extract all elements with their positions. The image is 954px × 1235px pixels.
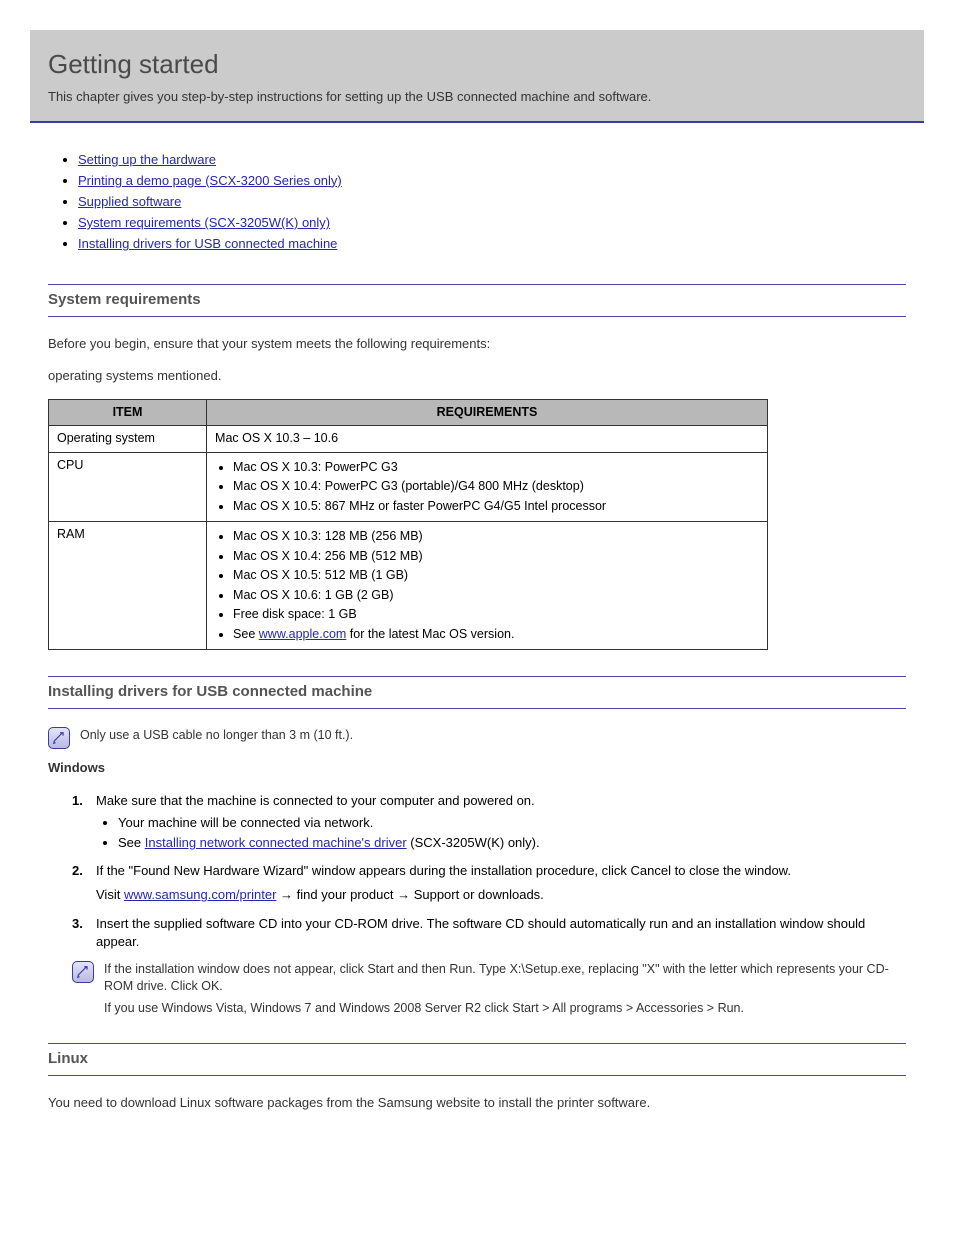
note-text-usb: Only use a USB cable no longer than 3 m … [80, 727, 353, 745]
cell-ram-label: RAM [49, 522, 207, 650]
step-1-sub-1: See Installing network connected machine… [118, 834, 906, 852]
note-run-dialog: If the installation window does not appe… [72, 961, 906, 1018]
note-run-line2: If you use Windows Vista, Windows 7 and … [104, 1000, 906, 1018]
table-of-contents: Setting up the hardware Printing a demo … [78, 151, 924, 254]
cell-os-reqs: Mac OS X 10.3 – 10.6 [207, 426, 768, 453]
section-body-install: Only use a USB cable no longer than 3 m … [48, 727, 906, 1017]
step-1: Make sure that the machine is connected … [72, 792, 906, 853]
banner-subtitle: This chapter gives you step-by-step inst… [48, 88, 906, 106]
ram-req-1: Mac OS X 10.4: 256 MB (512 MB) [233, 548, 759, 566]
windows-subheader: Windows [48, 759, 906, 777]
install-steps: Make sure that the machine is connected … [72, 792, 906, 951]
note-icon [72, 961, 94, 983]
cell-cpu-label: CPU [49, 452, 207, 522]
step-1-text: Make sure that the machine is connected … [96, 793, 535, 808]
section-title-linux: Linux [48, 1043, 906, 1076]
note-run-line1: If the installation window does not appe… [104, 961, 906, 996]
ram-req-2: Mac OS X 10.5: 512 MB (1 GB) [233, 567, 759, 585]
step-2: If the "Found New Hardware Wizard" windo… [72, 862, 906, 904]
visit-prefix: Visit [96, 887, 120, 902]
section-body-linux: You need to download Linux software pack… [48, 1094, 906, 1112]
network-driver-link[interactable]: Installing network connected machine's d… [145, 835, 407, 850]
os-req-0: Mac OS X 10.3 – 10.6 [215, 431, 338, 445]
cpu-req-0: Mac OS X 10.3: PowerPC G3 [233, 459, 759, 477]
page-banner: Getting started This chapter gives you s… [30, 30, 924, 123]
sysreq-os-suffix: operating systems mentioned. [48, 367, 906, 385]
toc-link-hardware[interactable]: Setting up the hardware [78, 152, 216, 167]
samsung-link[interactable]: www.samsung.com/printer [124, 887, 276, 902]
table-header-req: REQUIREMENTS [207, 399, 768, 426]
see-suffix: for the latest Mac OS version. [350, 627, 515, 641]
section-body-sysreq: Before you begin, ensure that your syste… [48, 335, 906, 651]
ram-req-3: Mac OS X 10.6: 1 GB (2 GB) [233, 587, 759, 605]
table-row: CPU Mac OS X 10.3: PowerPC G3 Mac OS X 1… [49, 452, 768, 522]
cpu-req-2: Mac OS X 10.5: 867 MHz or faster PowerPC… [233, 498, 759, 516]
note-usb-length: Only use a USB cable no longer than 3 m … [48, 727, 906, 749]
sysreq-intro: Before you begin, ensure that your syste… [48, 335, 906, 353]
ram-req-4: Free disk space: 1 GB [233, 606, 759, 624]
step-2-text: If the "Found New Hardware Wizard" windo… [96, 863, 791, 878]
toc-link-software[interactable]: Supplied software [78, 194, 181, 209]
cell-ram-reqs: Mac OS X 10.3: 128 MB (256 MB) Mac OS X … [207, 522, 768, 650]
toc-link-install[interactable]: Installing drivers for USB connected mac… [78, 236, 337, 251]
step-3-text: Insert the supplied software CD into you… [96, 916, 865, 949]
ram-req-see: See www.apple.com for the latest Mac OS … [233, 626, 759, 644]
step-1-sub-0: Your machine will be connected via netwo… [118, 814, 906, 832]
note-icon [48, 727, 70, 749]
banner-title: Getting started [48, 46, 906, 82]
table-row: Operating system Mac OS X 10.3 – 10.6 [49, 426, 768, 453]
cell-os-label: Operating system [49, 426, 207, 453]
cell-cpu-reqs: Mac OS X 10.3: PowerPC G3 Mac OS X 10.4:… [207, 452, 768, 522]
apple-link[interactable]: www.apple.com [259, 627, 347, 641]
section-title-sysreq: System requirements [48, 284, 906, 317]
ram-req-0: Mac OS X 10.3: 128 MB (256 MB) [233, 528, 759, 546]
linux-intro: You need to download Linux software pack… [48, 1094, 906, 1112]
visit-suffix: → find your product → Support or downloa… [280, 887, 544, 902]
table-row: RAM Mac OS X 10.3: 128 MB (256 MB) Mac O… [49, 522, 768, 650]
model-suffix: (SCX-3205W(K) only). [410, 835, 539, 850]
see-prefix: See [233, 627, 255, 641]
see-word: See [118, 835, 141, 850]
step-3: Insert the supplied software CD into you… [72, 915, 906, 951]
table-header-item: ITEM [49, 399, 207, 426]
toc-link-demo[interactable]: Printing a demo page (SCX-3200 Series on… [78, 173, 342, 188]
toc-link-sysreq[interactable]: System requirements (SCX-3205W(K) only) [78, 215, 330, 230]
note-text-run: If the installation window does not appe… [104, 961, 906, 1018]
cpu-req-1: Mac OS X 10.4: PowerPC G3 (portable)/G4 … [233, 478, 759, 496]
requirements-table: ITEM REQUIREMENTS Operating system Mac O… [48, 399, 768, 651]
section-title-install: Installing drivers for USB connected mac… [48, 676, 906, 709]
